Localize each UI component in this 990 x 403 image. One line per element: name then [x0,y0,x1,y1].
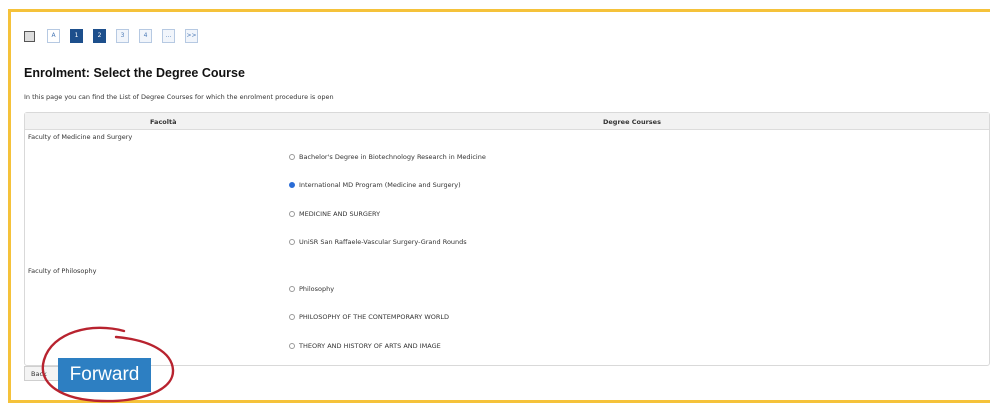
radio-icon[interactable] [289,286,295,292]
faculty-medicine-surgery: Faculty of Medicine and Surgery [28,133,133,141]
course-option-arts-image[interactable]: THEORY AND HISTORY OF ARTS AND IMAGE [289,342,441,350]
page-description: In this page you can find the List of De… [24,93,334,101]
radio-icon[interactable] [289,154,295,160]
course-option-vascular-surgery[interactable]: UniSR San Raffaele-Vascular Surgery-Gran… [289,238,467,246]
annotation-circle [41,326,175,403]
course-option-philosophy[interactable]: Philosophy [289,285,334,293]
page-link-4[interactable]: 4 [139,29,152,43]
course-label: Bachelor's Degree in Biotechnology Resea… [299,153,486,161]
page-link-1[interactable]: 1 [70,29,83,43]
header-facolta: Facoltà [150,118,177,126]
radio-icon[interactable] [289,239,295,245]
radio-icon[interactable] [289,343,295,349]
faculty-philosophy: Faculty of Philosophy [28,267,97,275]
course-option-medicine-surgery[interactable]: MEDICINE AND SURGERY [289,210,380,218]
page-link-2[interactable]: 2 [93,29,106,43]
course-label: PHILOSOPHY OF THE CONTEMPORARY WORLD [299,313,450,321]
course-option-biotechnology[interactable]: Bachelor's Degree in Biotechnology Resea… [289,153,486,161]
course-label: THEORY AND HISTORY OF ARTS AND IMAGE [299,342,441,350]
table-header: Facoltà Degree Courses [25,113,989,130]
page-link-a[interactable]: A [47,29,60,43]
pagination: A 1 2 3 4 ... >> [24,29,208,43]
course-label: UniSR San Raffaele-Vascular Surgery-Gran… [299,238,467,246]
radio-icon[interactable] [289,314,295,320]
course-option-international-md[interactable]: International MD Program (Medicine and S… [289,181,461,189]
radio-selected-icon[interactable] [289,182,295,188]
select-checkbox[interactable] [24,30,35,42]
page-link-3[interactable]: 3 [116,29,129,43]
header-degree-courses: Degree Courses [603,118,661,126]
course-label: MEDICINE AND SURGERY [299,210,381,218]
page-title: Enrolment: Select the Degree Course [24,66,245,80]
course-option-philosophy-contemporary[interactable]: PHILOSOPHY OF THE CONTEMPORARY WORLD [289,313,449,321]
course-label: International MD Program (Medicine and S… [299,181,461,189]
course-label: Philosophy [299,285,335,293]
radio-icon[interactable] [289,211,295,217]
page-link-ellipsis[interactable]: ... [162,29,175,43]
page-link-next[interactable]: >> [185,29,198,43]
